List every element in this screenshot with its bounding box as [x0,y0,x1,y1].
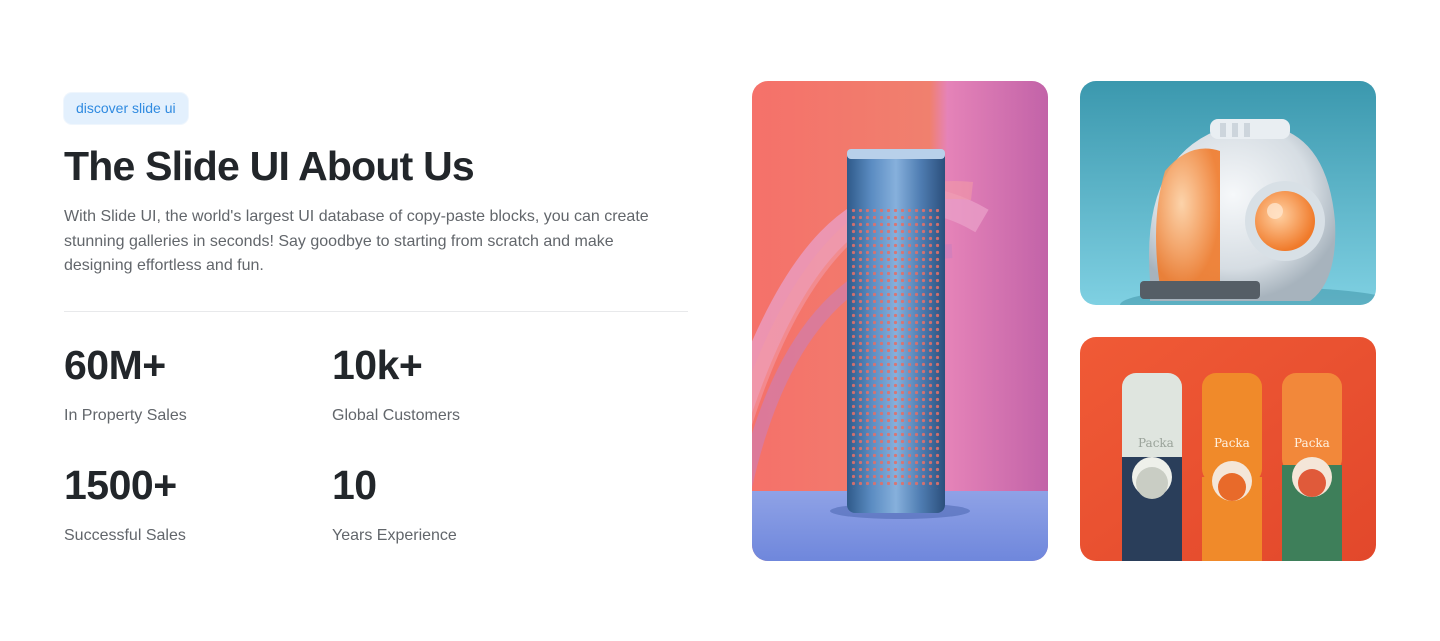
stat-label: In Property Sales [64,407,187,424]
section-divider [64,310,688,312]
stat-property-sales: 60M+ In Property Sales [64,340,304,426]
stat-successful-sales: 1500+ Successful Sales [64,460,304,546]
gallery-image-speaker [752,81,1048,561]
stat-years-experience: 10 Years Experience [332,460,572,546]
about-description: With Slide UI, the world's largest UI da… [64,208,649,274]
stat-value: 1500+ [64,462,177,508]
stat-value: 10k+ [332,342,423,388]
robot-illustration [1080,81,1376,305]
stat-global-customers: 10k+ Global Customers [332,340,572,426]
page-title: The Slide UI About Us [64,143,475,189]
stat-label: Successful Sales [64,527,186,544]
discover-badge[interactable]: discover slide ui [64,93,188,124]
gallery-image-bottles: Packa Packa Packa [1080,337,1376,561]
bottle-label: Packa [1214,436,1250,450]
stat-value: 10 [332,462,377,508]
bottle-label: Packa [1294,436,1330,450]
gallery-image-robot [1080,81,1376,305]
speaker-illustration [752,81,1048,561]
bottles-illustration: Packa Packa Packa [1080,337,1376,561]
stat-label: Global Customers [332,407,461,424]
about-section: discover slide ui The Slide UI About Us … [64,93,688,312]
stat-label: Years Experience [332,527,457,544]
stat-value: 60M+ [64,342,166,388]
bottle-label: Packa [1138,436,1174,450]
